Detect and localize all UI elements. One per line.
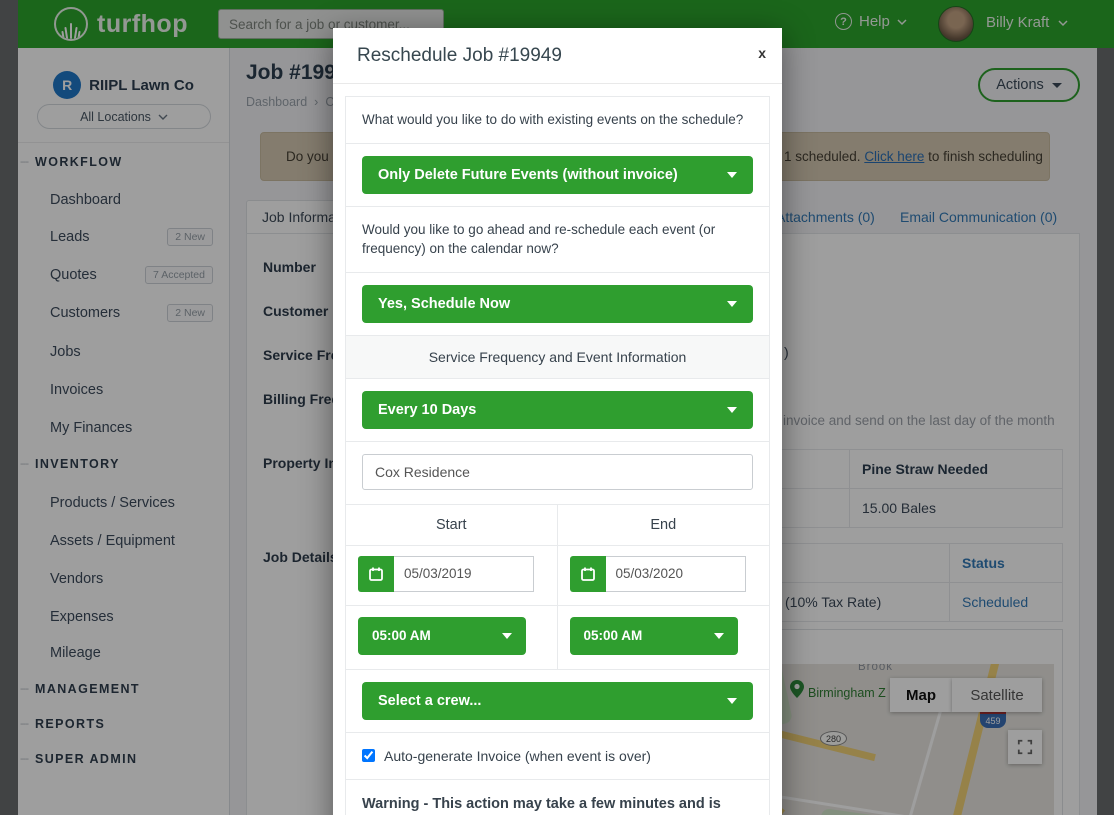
caret-down-icon [714,633,724,639]
end-time-dropdown[interactable]: 05:00 AM [570,617,738,655]
start-time-dropdown[interactable]: 05:00 AM [358,617,526,655]
end-date-calendar-button[interactable] [570,556,606,592]
calendar-icon [580,566,596,582]
caret-down-icon [727,301,737,307]
warning-text: Warning - This action may take a few min… [346,780,769,815]
frequency-dropdown[interactable]: Every 10 Days [362,391,753,429]
start-column-header: Start [346,505,558,545]
end-date-input[interactable] [606,556,746,592]
caret-down-icon [727,172,737,178]
auto-generate-invoice-checkbox[interactable] [362,749,375,762]
existing-events-dropdown[interactable]: Only Delete Future Events (without invoi… [362,156,753,194]
modal-body: What would you like to do with existing … [345,96,770,815]
question-existing-events: What would you like to do with existing … [346,97,769,143]
caret-down-icon [727,698,737,704]
question-reschedule: Would you like to go ahead and re-schedu… [346,207,769,272]
app-window: turfhop ? Help Billy Kraft R RIIPL Lawn … [0,0,1114,815]
section-header-service-frequency: Service Frequency and Event Information [346,336,769,379]
close-icon[interactable]: x [758,46,766,60]
caret-down-icon [502,633,512,639]
start-date-input[interactable] [394,556,534,592]
auto-generate-invoice-label: Auto-generate Invoice (when event is ove… [384,748,651,764]
event-name-input[interactable] [362,454,753,490]
modal-title: Reschedule Job #19949 [357,45,562,67]
reschedule-job-modal: Reschedule Job #19949 x What would you l… [333,28,782,815]
schedule-now-dropdown[interactable]: Yes, Schedule Now [362,285,753,323]
modal-header: Reschedule Job #19949 x [333,28,782,84]
end-column-header: End [558,505,770,545]
start-date-calendar-button[interactable] [358,556,394,592]
crew-dropdown[interactable]: Select a crew... [362,682,753,720]
calendar-icon [368,566,384,582]
caret-down-icon [727,407,737,413]
